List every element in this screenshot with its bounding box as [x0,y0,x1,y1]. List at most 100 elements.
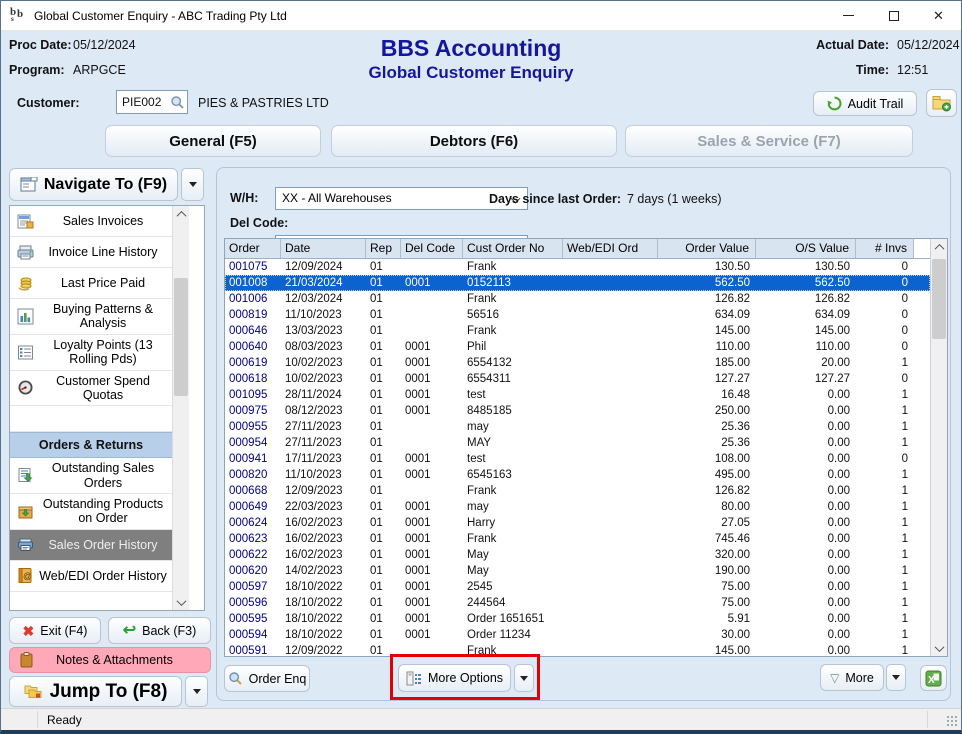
table-header-row[interactable]: OrderDateRepDel CodeCust Order NoWeb/EDI… [225,239,930,259]
table-scrollbar[interactable] [930,239,947,656]
table-row[interactable]: 00062416/02/2023010001Harry27.050.001 [225,515,930,531]
search-icon[interactable] [170,95,185,110]
table-row[interactable]: 00062316/02/2023010001Frank745.460.001 [225,531,930,547]
order-enq-label: Order Enq [249,672,307,686]
sidebar-item-web-edi-order-history[interactable]: @Web/EDI Order History [10,561,172,592]
table-scroll-thumb[interactable] [932,259,946,339]
column-header-invs[interactable]: # Invs [856,239,914,258]
column-header-filler [914,239,930,258]
table-row[interactable]: 00062014/02/2023010001May190.000.001 [225,563,930,579]
table-row[interactable]: 00095427/11/202301MAY25.360.001 [225,435,930,451]
more-dropdown[interactable] [886,664,906,691]
sidebar-item-sales-order-history[interactable]: Sales Order History [10,530,172,561]
jump-to-dropdown[interactable] [185,676,208,707]
column-header-order[interactable]: Order [225,239,281,258]
table-row[interactable]: 00094117/11/2023010001test108.000.000 [225,451,930,467]
table-row[interactable]: 00100821/03/20240100010152113562.50562.5… [225,275,930,291]
scroll-up-icon[interactable] [173,206,189,222]
table-row[interactable]: 00059618/10/202201000124456475.000.001 [225,595,930,611]
tab-debtors[interactable]: Debtors (F6) [331,125,617,157]
cell: 000591 [225,643,281,657]
table-row[interactable]: 00059112/09/202201Frank145.000.001 [225,643,930,657]
table-row[interactable]: 00064613/03/202301Frank145.00145.000 [225,323,930,339]
sidebar-item-loyalty-points-13-rolling-pds[interactable]: Loyalty Points (13 Rolling Pds) [10,335,172,371]
cell: 22/03/2023 [281,499,366,515]
printer-icon [14,244,36,261]
column-header-web-edi-ord[interactable]: Web/EDI Ord [563,239,658,258]
maximize-icon[interactable] [871,1,916,30]
sidebar-item-label: Invoice Line History [36,245,170,259]
table-row[interactable]: 00081911/10/20230156516634.09634.090 [225,307,930,323]
navigate-to-dropdown[interactable] [181,168,204,201]
sidebar-item-sales-invoices[interactable]: Sales Invoices [10,206,172,237]
table-row[interactable]: 00064008/03/2023010001Phil110.00110.000 [225,339,930,355]
column-header-rep[interactable]: Rep [366,239,401,258]
more-label: More [845,671,873,685]
cell: 001095 [225,387,281,403]
minimize-icon[interactable] [826,1,871,30]
screen-title: Global Customer Enquiry [281,63,661,83]
tab-general[interactable]: General (F5) [105,125,321,157]
sidebar-item-outstanding-products-on-order[interactable]: Outstanding Products on Order [10,494,172,530]
cell: 12/09/2022 [281,643,366,657]
table-row[interactable]: 00097508/12/20230100018485185250.000.001 [225,403,930,419]
order-enq-button[interactable]: Order Enq [224,665,310,692]
cell: 5.91 [658,611,756,627]
more-button[interactable]: ▽ More [820,664,884,691]
table-row[interactable]: 00109528/11/2024010001test16.480.001 [225,387,930,403]
table-row[interactable]: 00066812/09/202301Frank126.820.001 [225,483,930,499]
table-row[interactable]: 00061910/02/20230100016554132185.0020.00… [225,355,930,371]
more-options-button[interactable]: More Options [398,664,511,692]
more-options-dropdown[interactable] [514,664,534,692]
folder-add-button[interactable] [926,89,957,117]
cell: 130.50 [756,259,856,275]
sidebar-item-last-price-paid[interactable]: Last Price Paid [10,268,172,299]
column-header-order-value[interactable]: Order Value [658,239,756,258]
scroll-up-icon[interactable] [931,239,947,255]
table-row[interactable]: 00095527/11/202301may25.360.001 [225,419,930,435]
sidebar-scroll-thumb[interactable] [174,278,188,396]
notes-attachments-button[interactable]: Notes & Attachments [9,647,211,673]
resize-grip-icon[interactable] [946,715,958,727]
column-header-del-code[interactable]: Del Code [401,239,463,258]
column-header-cust-order-no[interactable]: Cust Order No [463,239,563,258]
table-row[interactable]: 00061810/02/20230100016554311127.27127.2… [225,371,930,387]
table-row[interactable]: 00064922/03/2023010001may80.000.001 [225,499,930,515]
cell: 01 [366,387,401,403]
table-row[interactable]: 00059518/10/2022010001Order 16516515.910… [225,611,930,627]
cell: 01 [366,291,401,307]
close-icon[interactable]: ✕ [916,1,961,30]
column-header-o-s-value[interactable]: O/S Value [756,239,856,258]
cell: 1 [856,595,914,611]
table-row[interactable]: 00059718/10/2022010001254575.000.001 [225,579,930,595]
sidebar-item-invoice-line-history[interactable]: Invoice Line History [10,237,172,268]
cell: 12/09/2023 [281,483,366,499]
scroll-down-icon[interactable] [931,640,947,656]
cell [563,259,658,275]
export-excel-button[interactable]: X [920,665,947,691]
cell: 0.00 [756,403,856,419]
sidebar-item-outstanding-sales-orders[interactable]: Outstanding Sales Orders [10,458,172,494]
sidebar-item-label: Sales Invoices [36,214,170,228]
table-row[interactable]: 00082011/10/20230100016545163495.000.001 [225,467,930,483]
column-header-date[interactable]: Date [281,239,366,258]
back-button[interactable]: ↩ Back (F3) [108,617,211,644]
web-book-icon: @ [14,567,36,584]
scroll-down-icon[interactable] [173,594,189,610]
table-row[interactable]: 00100612/03/202401Frank126.82126.820 [225,291,930,307]
jump-to-button[interactable]: Jump To (F8) [9,676,182,707]
sidebar-item-buying-patterns-analysis[interactable]: Buying Patterns & Analysis [10,299,172,335]
actual-date-label: Actual Date: [801,38,889,52]
table-row[interactable]: 00062216/02/2023010001May320.000.001 [225,547,930,563]
sidebar-scrollbar[interactable] [172,206,189,610]
customer-code-input[interactable]: PIE002 [116,90,188,114]
exit-button[interactable]: ✖ Exit (F4) [9,617,101,644]
cell: 190.00 [658,563,756,579]
navigate-to-button[interactable]: Navigate To (F9) [9,168,178,201]
sidebar-item-customer-spend-quotas[interactable]: Customer Spend Quotas [10,371,172,407]
audit-trail-button[interactable]: Audit Trail [813,91,917,116]
cell: 000640 [225,339,281,355]
sidebar-item-label: Outstanding Sales Orders [36,461,170,490]
table-row[interactable]: 00059418/10/2022010001Order 1123430.000.… [225,627,930,643]
table-row[interactable]: 00107512/09/202401Frank130.50130.500 [225,259,930,275]
